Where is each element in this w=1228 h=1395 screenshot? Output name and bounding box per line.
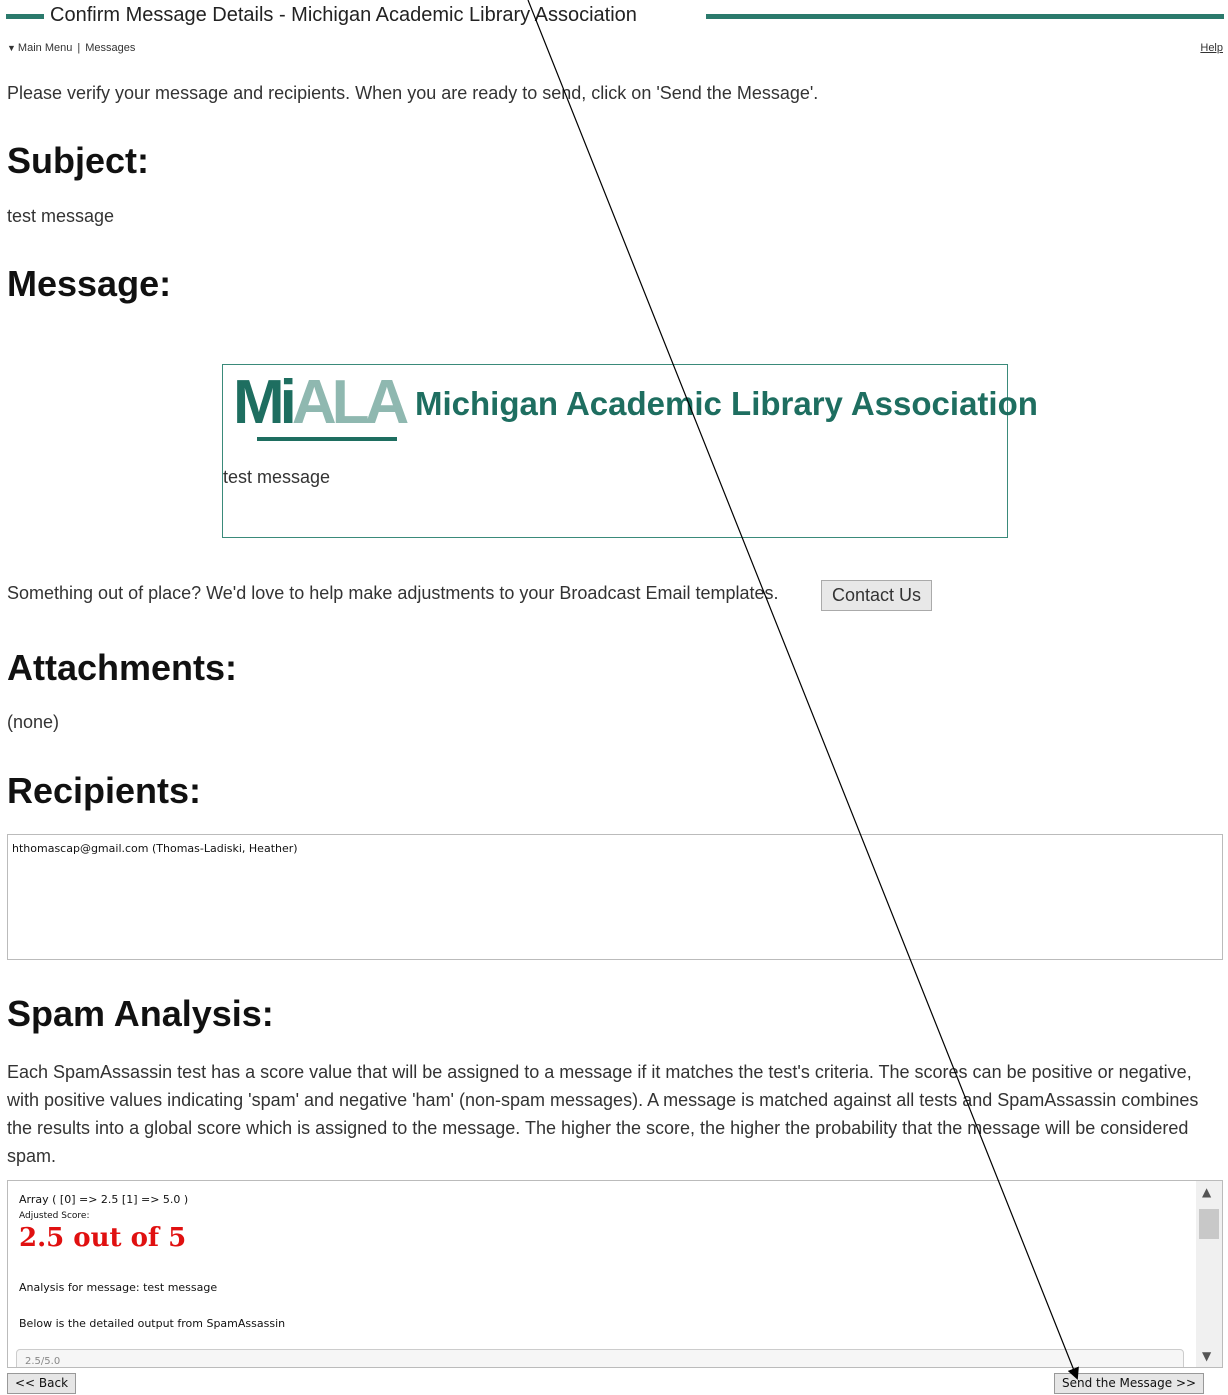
messages-link[interactable]: Messages <box>85 42 135 54</box>
spam-output-block: 2.5/5.0 <box>16 1349 1184 1367</box>
scrollbar-thumb[interactable] <box>1199 1209 1219 1239</box>
attachments-value: (none) <box>7 712 60 732</box>
help-link[interactable]: Help <box>1200 42 1223 54</box>
back-button[interactable]: << Back <box>7 1373 77 1394</box>
spam-report-frame[interactable]: Array ( [0] => 2.5 [1] => 5.0 ) Adjusted… <box>7 1180 1223 1368</box>
miala-logo: MiALA Michigan Academic Library Associat… <box>233 368 1038 441</box>
spam-score: 2.5 out of 5 <box>19 1223 187 1253</box>
spam-description: Each SpamAssassin test has a score value… <box>7 1062 1199 1166</box>
contact-prompt: Something out of place? We'd love to hel… <box>7 583 779 603</box>
attachments-heading: Attachments: <box>7 647 238 688</box>
breadcrumb: ▼ Main Menu | Messages <box>7 42 135 54</box>
adjusted-score-label: Adjusted Score: <box>19 1211 90 1221</box>
main-menu-link[interactable]: Main Menu <box>18 42 72 54</box>
recipients-list[interactable]: hthomascap@gmail.com (Thomas-Ladiski, He… <box>7 834 1223 960</box>
title-rule-left <box>6 14 44 19</box>
scrollbar[interactable]: ▲ ▼ <box>1196 1181 1222 1367</box>
message-heading: Message: <box>7 263 172 304</box>
send-message-button[interactable]: Send the Message >> <box>1054 1373 1205 1394</box>
detail-line: Below is the detailed output from SpamAs… <box>19 1317 286 1330</box>
message-preview: MiALA Michigan Academic Library Associat… <box>222 364 1038 538</box>
caret-down-icon: ▼ <box>7 43 16 53</box>
logo-underline <box>257 437 397 441</box>
spam-heading: Spam Analysis: <box>7 993 274 1034</box>
logo-text: Michigan Academic Library Association <box>415 385 1038 422</box>
contact-us-button[interactable]: Contact Us <box>821 580 933 611</box>
scroll-down-icon[interactable]: ▼ <box>1202 1349 1211 1363</box>
logo-mark: MiALA <box>233 368 409 437</box>
subject-value: test message <box>7 206 115 226</box>
intro-text: Please verify your message and recipient… <box>7 83 819 103</box>
analysis-line: Analysis for message: test message <box>19 1281 218 1294</box>
title-rule-right <box>706 14 1224 19</box>
subject-heading: Subject: <box>7 140 150 181</box>
title-bar: Confirm Message Details - Michigan Acade… <box>0 0 1228 34</box>
recipients-heading: Recipients: <box>7 770 202 811</box>
recipient-entry: hthomascap@gmail.com (Thomas-Ladiski, He… <box>12 842 298 855</box>
breadcrumb-separator: | <box>77 42 81 54</box>
message-body: test message <box>223 467 331 487</box>
scroll-up-icon[interactable]: ▲ <box>1202 1185 1211 1199</box>
spam-array-line: Array ( [0] => 2.5 [1] => 5.0 ) <box>19 1193 189 1206</box>
page-title: Confirm Message Details - Michigan Acade… <box>50 4 637 26</box>
